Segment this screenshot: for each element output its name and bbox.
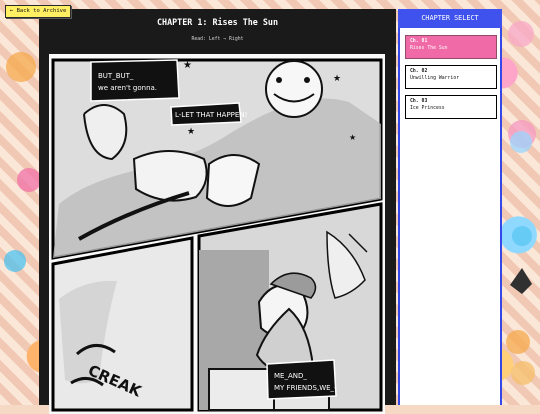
chapter-name: Unwilling Warrior (410, 75, 460, 81)
chapter-item-03[interactable]: Ch. 03 Ice Princess (405, 95, 497, 119)
decorative-blob (17, 168, 41, 192)
chapter-name: Rises The Sun (410, 45, 448, 51)
decorative-blob (4, 250, 26, 272)
bubble-2-text: L-LET THAT HAPPEN! (175, 111, 247, 119)
chapter-select-panel: CHAPTER SELECT Ch. 01 Rises The Sun Ch. … (398, 9, 502, 405)
speech-bubble-2: L-LET THAT HAPPEN! (170, 102, 247, 126)
bubble-3-line-1: ME_AND_ (274, 372, 307, 380)
read-direction-hint: Read: Left → Right (191, 37, 244, 42)
decorative-blob (508, 120, 536, 148)
speech-bubble-3: ME_AND_ MY FRIENDS,WE_- (266, 359, 337, 400)
decorative-blob (506, 330, 530, 354)
chapter-title: CHAPTER 1: Rises The Sun (156, 17, 278, 27)
comic-page[interactable]: ★ ★ ★ ★ ★ (49, 54, 385, 414)
back-to-archive-button[interactable]: ← Back to Archive (5, 5, 72, 18)
svg-text:★: ★ (333, 74, 341, 84)
decorative-blob (6, 52, 36, 82)
chapter-name: Ice Princess (410, 105, 445, 111)
bubble-1-line-1: BUT_BUT_ (98, 72, 134, 80)
svg-text:★: ★ (187, 127, 195, 137)
speech-bubble-1: BUT_BUT_ we aren't gonna. (90, 59, 180, 102)
svg-text:★: ★ (183, 60, 192, 71)
chapter-list: Ch. 01 Rises The Sun Ch. 02 Unwilling Wa… (400, 28, 500, 405)
chapter-item-01[interactable]: Ch. 01 Rises The Sun (405, 35, 497, 59)
svg-text:★: ★ (349, 133, 356, 142)
bubble-3-line-2: MY FRIENDS,WE_- (274, 384, 337, 392)
chapter-item-02[interactable]: Ch. 02 Unwilling Warrior (405, 65, 497, 89)
decorative-blob (512, 226, 532, 246)
bubble-1-line-2: we aren't gonna. (98, 84, 157, 92)
chapter-select-header: CHAPTER SELECT (398, 9, 502, 28)
comic-reader: CHAPTER 1: Rises The Sun Read: Left → Ri… (39, 9, 396, 414)
comic-page-art: ★ ★ ★ ★ ★ (49, 54, 385, 414)
